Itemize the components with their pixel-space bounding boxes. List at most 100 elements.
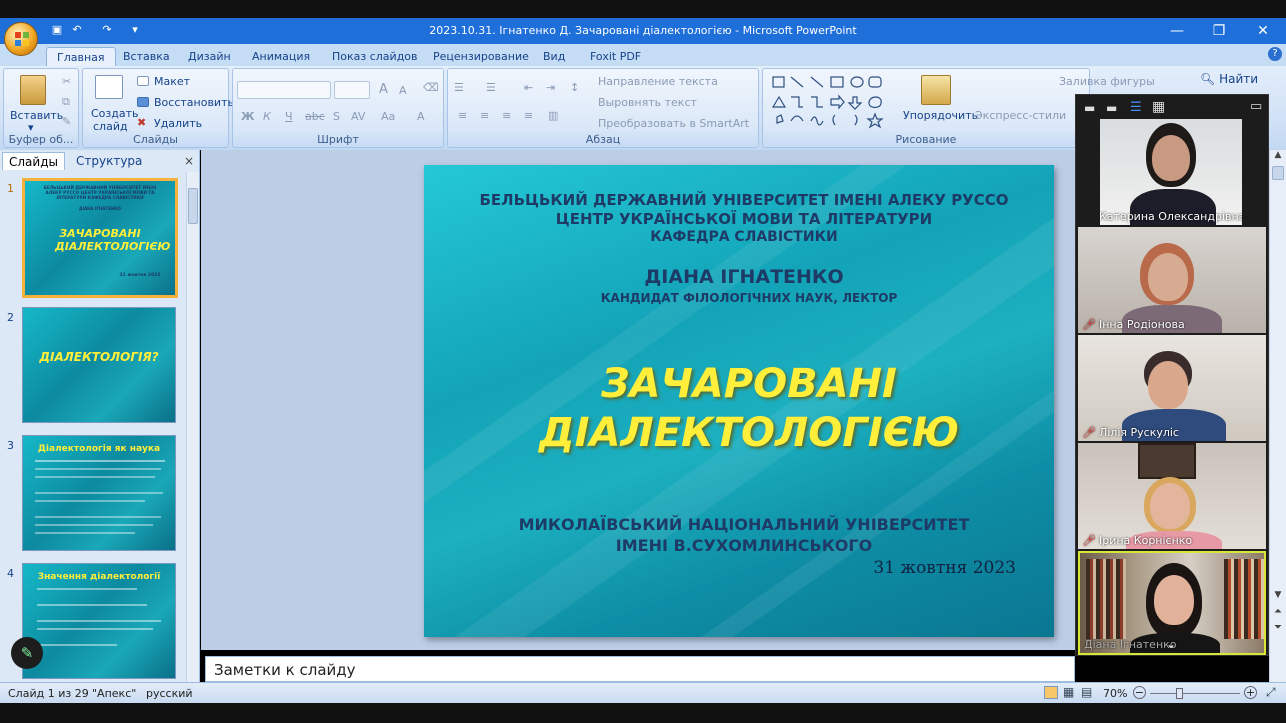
participant-face [1148, 361, 1188, 409]
zoom-out-icon[interactable]: − [1133, 686, 1146, 699]
tab-insert[interactable]: Вставка [113, 47, 180, 66]
tab-slideshow[interactable]: Показ слайдов [322, 47, 428, 66]
participant-video-3[interactable]: 🎤︎ Лілія Рускуліс [1078, 335, 1266, 441]
scroll-down-icon[interactable]: ▼ [1271, 590, 1285, 602]
participant-video-2[interactable]: 🎤︎ Інна Родіонова [1078, 227, 1266, 333]
help-icon[interactable]: ? [1268, 47, 1282, 61]
minimize-button[interactable]: — [1154, 18, 1200, 44]
delete-button[interactable]: Удалить [154, 117, 202, 130]
zoom-level[interactable]: 70% [1103, 687, 1127, 700]
justify-icon[interactable]: ≡ [524, 109, 533, 122]
strip-view-icon[interactable]: ☰ [1130, 100, 1142, 115]
editor-vertical-scrollbar[interactable]: ▲ ▼ ⏶ ⏷ [1269, 150, 1286, 682]
participant-video-5[interactable]: Діана Ігнатенко ⌄ [1078, 551, 1266, 655]
bold-button[interactable]: Ж [241, 110, 254, 123]
undo-icon[interactable]: ↶ [70, 23, 84, 37]
reset-button[interactable]: Восстановить [154, 96, 234, 109]
paste-button[interactable]: Вставить [10, 109, 63, 122]
tab-foxit[interactable]: Foxit PDF [580, 47, 651, 66]
zoom-slider-thumb[interactable] [1176, 688, 1183, 699]
align-left-icon[interactable]: ≡ [458, 109, 467, 122]
shape-fill-button[interactable]: Заливка фигуры [1059, 75, 1155, 88]
minimize-panel-icon[interactable]: ▬ [1084, 101, 1095, 115]
layout-button[interactable]: Макет [154, 75, 190, 88]
paste-icon[interactable] [20, 75, 46, 105]
tab-review[interactable]: Рецензирование [423, 47, 539, 66]
slides-pane-scrollbar[interactable] [186, 172, 199, 682]
participant-video-1[interactable]: 🎤︎Катерина Олександрівна [1100, 119, 1242, 225]
qat-customize-icon[interactable]: ▾ [128, 23, 142, 37]
font-name-select[interactable] [237, 81, 331, 99]
close-button[interactable]: ✕ [1240, 18, 1286, 44]
next-slide-icon[interactable]: ⏷ [1271, 622, 1285, 636]
chevron-down-icon[interactable]: ⌄ [1166, 637, 1176, 651]
tab-animation[interactable]: Анимация [242, 47, 320, 66]
previous-slide-icon[interactable]: ⏶ [1271, 606, 1285, 620]
scroll-thumb[interactable] [1272, 166, 1284, 180]
decrease-indent-icon[interactable]: ⇤ [524, 81, 533, 94]
underline-button[interactable]: Ч [285, 110, 293, 123]
speaker-view-icon[interactable]: ▬ [1106, 101, 1117, 115]
participant-video-4[interactable]: 🎤︎ Ірина Корнієнко [1078, 443, 1266, 549]
cut-icon[interactable]: ✂ [62, 75, 71, 88]
normal-view-icon[interactable] [1044, 686, 1058, 699]
tab-outline-pane[interactable]: Структура [70, 152, 148, 170]
tab-design[interactable]: Дизайн [178, 47, 241, 66]
tab-slides-pane[interactable]: Слайды [2, 152, 65, 170]
align-text-button[interactable]: Выровнять текст [598, 96, 697, 109]
slideshow-view-icon[interactable]: ▤ [1081, 685, 1092, 699]
line-spacing-icon[interactable]: ↕ [570, 81, 579, 94]
align-right-icon[interactable]: ≡ [502, 109, 511, 122]
slide-thumbnail-3[interactable]: Діалектологія як наука [22, 435, 176, 551]
save-icon[interactable]: ▣ [50, 23, 64, 37]
fit-to-window-icon[interactable]: ⤢ [1266, 685, 1276, 700]
shapes-gallery-icon[interactable] [769, 73, 889, 131]
close-pane-icon[interactable]: × [184, 154, 194, 168]
scroll-thumb[interactable] [188, 188, 198, 224]
shrink-font-icon[interactable]: A [399, 84, 407, 97]
notes-field[interactable]: Заметки к слайду [205, 656, 1075, 682]
strike-button[interactable]: abc [305, 110, 325, 123]
gallery-view-icon[interactable]: ▦ [1152, 99, 1165, 115]
shadow-button[interactable]: S [333, 110, 340, 123]
zoom-in-icon[interactable]: + [1244, 686, 1257, 699]
restore-button[interactable]: ❐ [1196, 18, 1242, 44]
grow-font-icon[interactable]: A [379, 82, 388, 97]
scroll-up-icon[interactable]: ▲ [1271, 150, 1285, 164]
tab-view[interactable]: Вид [533, 47, 575, 66]
clear-format-icon[interactable]: ⌫ [423, 81, 439, 94]
quick-styles-button[interactable]: Экспресс-стили [975, 109, 1066, 122]
new-slide-icon[interactable] [95, 75, 123, 99]
align-center-icon[interactable]: ≡ [480, 109, 489, 122]
format-painter-icon[interactable]: ✎ [62, 115, 71, 128]
arrange-button[interactable]: Упорядочить [903, 109, 978, 122]
slide-thumbnail-2[interactable]: ДІАЛЕКТОЛОГІЯ? [22, 307, 176, 423]
slide-thumbnail-1[interactable]: БЕЛЬЦЬКИЙ ДЕРЖАВНИЙ УНІВЕРСИТЕТ ІМЕНІ АЛ… [22, 178, 178, 298]
font-size-select[interactable] [334, 81, 370, 99]
panel-expand-icon[interactable]: ▭ [1250, 99, 1262, 114]
office-button[interactable] [4, 22, 38, 56]
new-slide-button[interactable]: Создать [91, 107, 139, 120]
char-spacing-button[interactable]: AV [351, 110, 365, 123]
italic-button[interactable]: К [263, 110, 271, 123]
change-case-button[interactable]: Aa [381, 110, 395, 123]
tab-home[interactable]: Главная [46, 47, 116, 66]
new-slide-button-2[interactable]: слайд [93, 120, 128, 133]
bullets-icon[interactable]: ☰ [454, 81, 464, 94]
smartart-button[interactable]: Преобразовать в SmartArt [598, 117, 749, 130]
zoom-slider-track[interactable] [1150, 693, 1240, 694]
increase-indent-icon[interactable]: ⇥ [546, 81, 555, 94]
slide-sorter-icon[interactable]: ▦ [1063, 685, 1074, 699]
copy-icon[interactable]: ⧉ [62, 95, 70, 109]
numbering-icon[interactable]: ☰ [486, 81, 496, 94]
slide-thumbnail-4[interactable]: Значення діалектології [22, 563, 176, 679]
language-indicator[interactable]: русский [146, 687, 193, 700]
annotate-pen-icon[interactable]: ✎ [11, 637, 43, 669]
find-button[interactable]: 🔍︎ Найти [1200, 72, 1258, 86]
font-color-button[interactable]: A [417, 110, 425, 123]
current-slide[interactable]: БЕЛЬЦЬКИЙ ДЕРЖАВНИЙ УНІВЕРСИТЕТ ІМЕНІ АЛ… [424, 165, 1054, 637]
columns-icon[interactable]: ▥ [548, 109, 558, 122]
arrange-icon[interactable] [921, 75, 951, 105]
redo-icon[interactable]: ↷ [100, 23, 114, 37]
text-direction-button[interactable]: Направление текста [598, 75, 718, 88]
